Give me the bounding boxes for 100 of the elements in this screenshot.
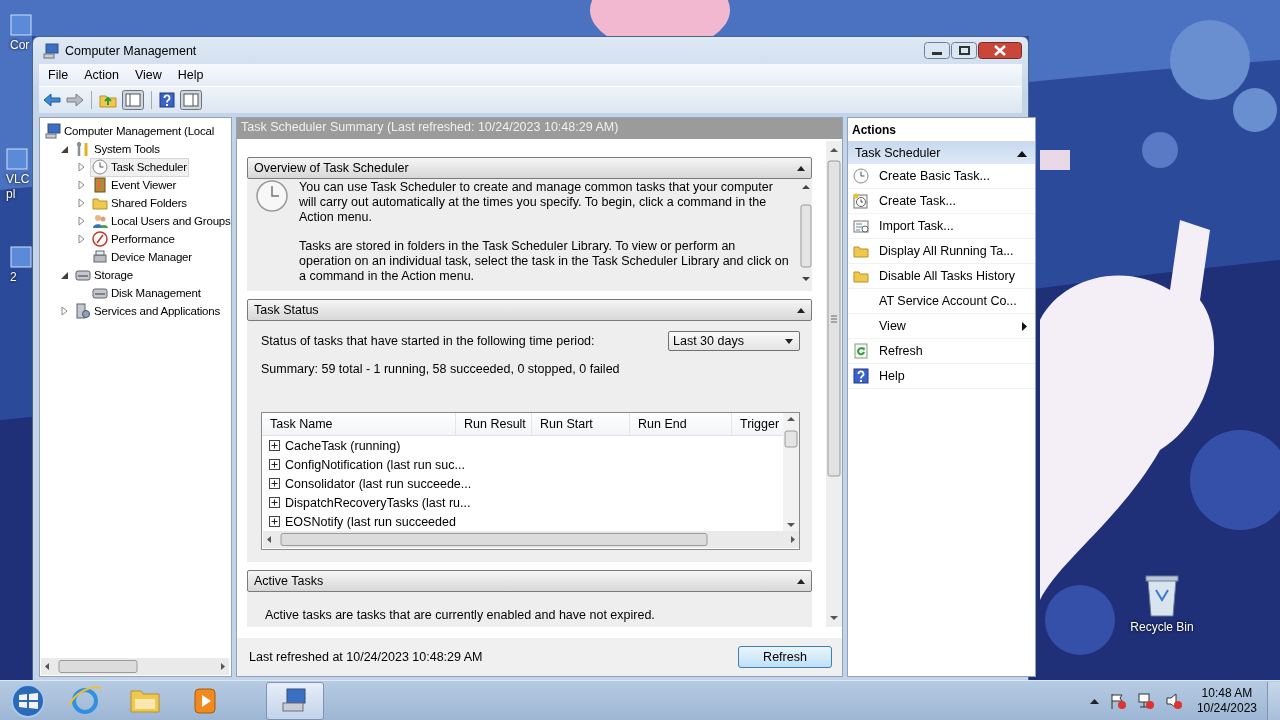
menu-item[interactable]: Action (77, 66, 126, 84)
tree-item[interactable]: Local Users and Groups (90, 211, 231, 231)
command-item[interactable]: View (848, 314, 1035, 339)
collapse-caret-icon (797, 307, 805, 313)
collapse-caret-icon (797, 578, 805, 584)
menu-item[interactable]: View (127, 66, 169, 84)
collapse-arrow-icon[interactable] (60, 144, 70, 154)
tree-item[interactable]: Disk Management (90, 283, 203, 303)
minimize-button[interactable] (924, 42, 950, 59)
description-text: Tasks are stored in folders in the Task Scheduler Library. To view or perform an operation on an individual task, select the task in the Task Scheduler Library and click on a command in the Action menu. (299, 239, 790, 284)
tree-item[interactable]: Shared Folders (90, 193, 189, 213)
show-hidden-icons-icon[interactable] (1089, 697, 1099, 704)
menu-item[interactable]: Help (170, 66, 211, 84)
up-folder-icon[interactable] (99, 92, 117, 108)
command-item[interactable]: Disable All Tasks History (848, 264, 1035, 289)
collapse-caret-icon (797, 165, 805, 171)
clock-icon (853, 168, 869, 184)
column-header[interactable]: Run Start (532, 413, 630, 435)
action-group-header[interactable]: Task Scheduler (848, 142, 1035, 164)
device-icon (92, 249, 108, 265)
clock[interactable]: 10:48 AM 10/24/2023 (1196, 685, 1257, 716)
column-header[interactable]: Trigger (732, 413, 782, 435)
tree-item[interactable]: Storage (73, 265, 135, 285)
command-item[interactable]: Help (848, 364, 1035, 389)
collapse-caret-icon (1017, 149, 1027, 157)
back-arrow-icon[interactable] (43, 92, 61, 108)
expand-box-icon[interactable] (269, 478, 280, 489)
period-label: Status of tasks that have started in the following time period: (261, 334, 595, 348)
window-title: Computer Management (65, 43, 198, 58)
folder-icon (92, 195, 108, 211)
users-icon (92, 213, 108, 229)
refresh-icon (853, 343, 869, 359)
recycle-bin-icon (1142, 572, 1182, 618)
command-item[interactable]: Display All Running Ta... (848, 239, 1035, 264)
folder-icon (853, 268, 869, 284)
clock-document-icon (853, 193, 869, 209)
help-icon (853, 368, 869, 384)
tree-item[interactable]: System Tools (73, 139, 162, 159)
console-tree-icon[interactable] (122, 90, 144, 110)
close-button[interactable] (978, 42, 1022, 59)
expand-arrow-icon[interactable] (60, 306, 70, 316)
action-pane-icon[interactable] (180, 90, 202, 110)
tree-item[interactable]: Computer Management (Local (43, 121, 217, 141)
expand-arrow-icon[interactable] (77, 198, 87, 208)
services-icon (75, 303, 91, 319)
expand-arrow-icon[interactable] (77, 180, 87, 190)
computer-icon (45, 123, 61, 139)
expand-arrow-icon[interactable] (77, 216, 87, 226)
tree-item[interactable]: Event Viewer (90, 175, 179, 195)
command-item[interactable]: Refresh (848, 339, 1035, 364)
expand-box-icon[interactable] (269, 440, 280, 451)
collapse-arrow-icon[interactable] (60, 270, 70, 280)
description-text: You can use Task Scheduler to create and manage common tasks that your computer will carry out automatically at the times you specify. To begin, click a command in the Action menu. (299, 180, 774, 225)
expand-arrow-icon[interactable] (77, 162, 87, 172)
column-header[interactable]: Run Result (456, 413, 532, 435)
section-header[interactable]: Active Tasks (247, 570, 812, 592)
expand-arrow-icon[interactable] (77, 234, 87, 244)
import-document-icon (853, 218, 869, 234)
command-item[interactable]: Import Task... (848, 214, 1035, 239)
submenu-arrow-icon (1022, 321, 1027, 331)
expand-box-icon[interactable] (269, 516, 280, 527)
refresh-button[interactable]: Refresh (738, 646, 832, 668)
table-cell: DispatchRecoveryTasks (last ru... (285, 495, 471, 510)
menu-item[interactable]: File (41, 66, 76, 84)
command-item[interactable]: Create Task... (848, 189, 1035, 214)
desktop-icon-label: Recycle Bin (1130, 620, 1194, 635)
tree-item[interactable]: Performance (90, 229, 177, 249)
column-header[interactable]: Task Name (262, 413, 456, 435)
description-text: Active tasks are tasks that are currently enabled and have not expired. (265, 608, 656, 623)
last-refreshed-text: Last refreshed at 10/24/2023 10:48:29 AM (249, 650, 483, 664)
speaker-icon[interactable] (1164, 691, 1183, 710)
action-center-flag-icon[interactable] (1108, 691, 1127, 710)
help-icon[interactable] (159, 92, 175, 108)
section-header[interactable]: Overview of Task Scheduler (247, 157, 812, 179)
table-cell: CacheTask (running) (285, 438, 401, 453)
log-book-icon (92, 177, 108, 193)
tools-icon (75, 141, 91, 157)
expand-box-icon[interactable] (269, 459, 280, 470)
command-item[interactable]: Create Basic Task... (848, 164, 1035, 189)
clock-icon (92, 159, 108, 175)
dropdown-arrow-icon (785, 338, 793, 344)
folder-icon (853, 243, 869, 259)
table-cell: EOSNotify (last run succeeded (285, 514, 456, 529)
command-item[interactable]: AT Service Account Co... (848, 289, 1035, 314)
section-header[interactable]: Task Status (247, 299, 812, 321)
tree-item[interactable]: Device Manager (90, 247, 194, 267)
table-cell: ConfigNotification (last run suc... (285, 457, 465, 472)
tree-item[interactable]: Task Scheduler (90, 157, 189, 177)
period-dropdown[interactable]: Last 30 days (668, 331, 800, 351)
forward-arrow-icon[interactable] (66, 92, 84, 108)
expand-box-icon[interactable] (269, 497, 280, 508)
network-icon[interactable] (1136, 691, 1155, 710)
summary-text: Summary: 59 total - 1 running, 58 succeeded, 0 stopped, 0 failed (261, 362, 621, 376)
tree-item[interactable]: Services and Applications (73, 301, 223, 321)
table-cell: Consolidator (last run succeede... (285, 476, 472, 491)
taskbar-button[interactable] (266, 681, 324, 720)
computer-icon (43, 42, 59, 59)
column-header[interactable]: Run End (630, 413, 732, 435)
maximize-button[interactable] (951, 42, 977, 59)
summary-header: Task Scheduler Summary (Last refreshed: 10/24/2023 10:48:29 AM) (237, 118, 842, 139)
